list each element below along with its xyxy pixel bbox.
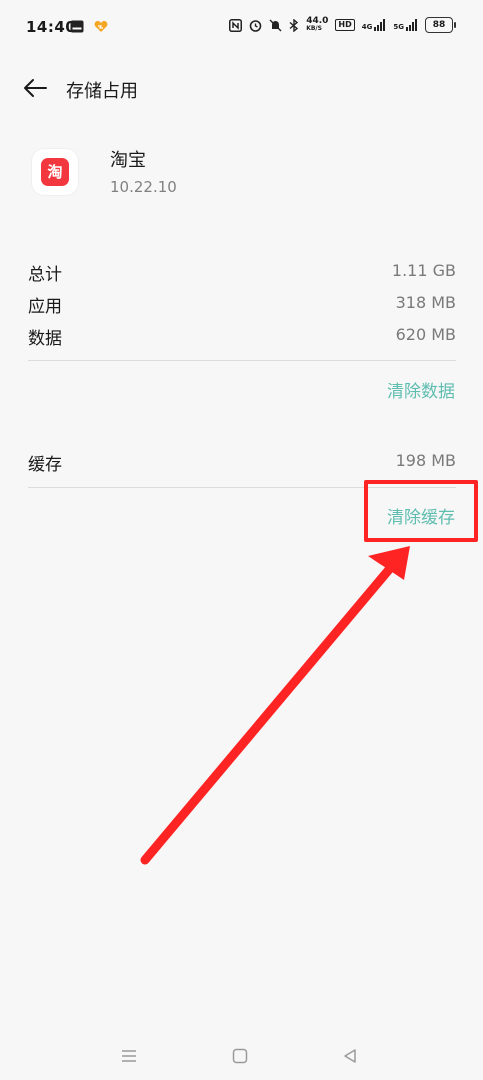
home-button[interactable] — [230, 1046, 250, 1066]
menu-icon — [122, 1050, 136, 1062]
annotation-arrow — [140, 546, 410, 865]
back-triangle-icon — [344, 1049, 356, 1063]
menu-button[interactable] — [119, 1046, 139, 1066]
back-nav-button[interactable] — [340, 1046, 360, 1066]
system-nav-bar — [0, 1030, 483, 1080]
home-square-icon — [232, 1048, 248, 1064]
